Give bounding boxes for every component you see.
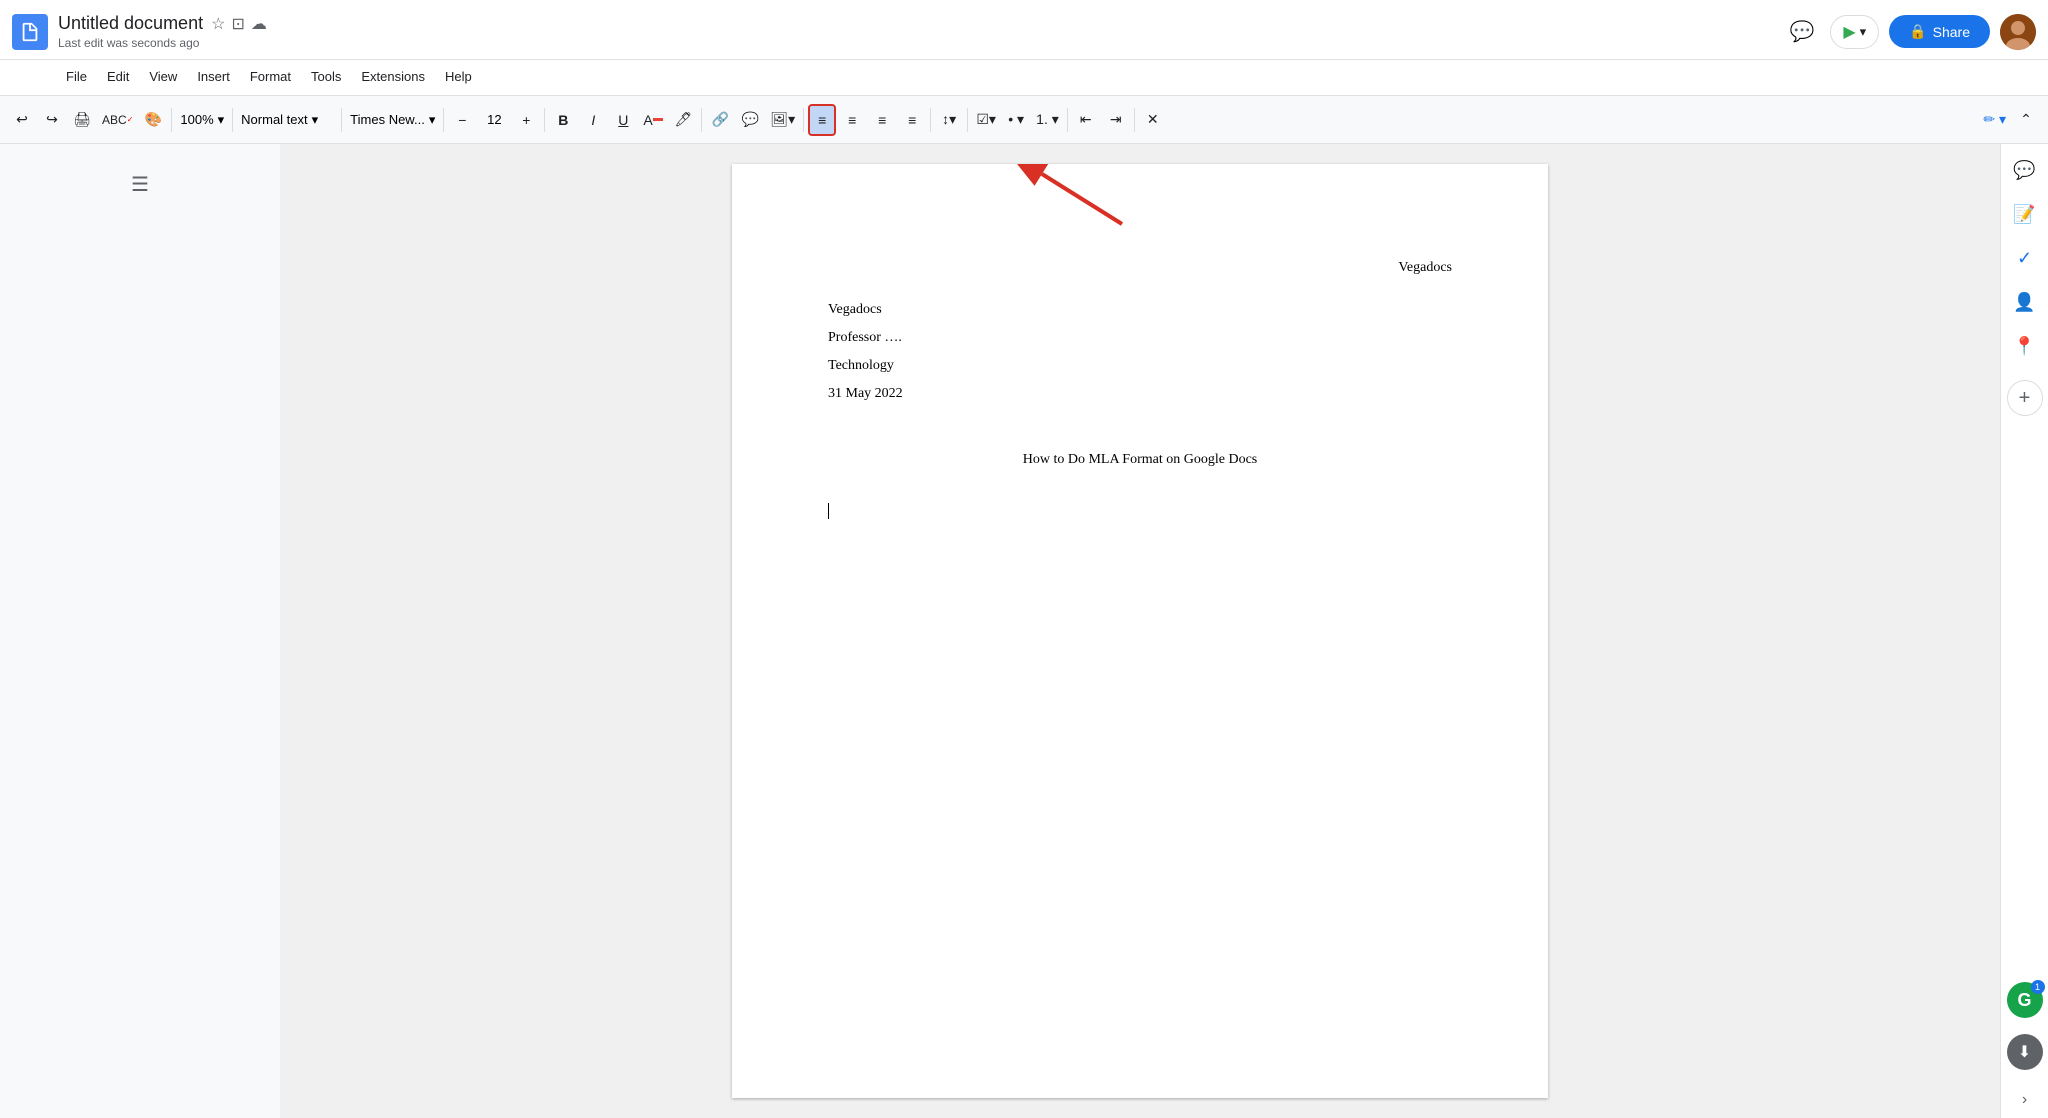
undo-button[interactable]: ↩ <box>8 104 36 136</box>
text-cursor <box>828 503 829 519</box>
spell-check-button[interactable]: ABC✓ <box>98 104 137 136</box>
font-selector[interactable]: Times New... ▾ <box>346 105 439 135</box>
chevron-down-icon: ▾ <box>429 112 436 128</box>
user-avatar[interactable] <box>2000 14 2036 50</box>
doc-title-line: How to Do MLA Format on Google Docs <box>828 446 1452 474</box>
doc-line-1: Vegadocs <box>828 296 1452 324</box>
separator-11 <box>1134 108 1135 132</box>
paint-format-button[interactable]: 🎨 <box>139 104 167 136</box>
paragraph-style-selector[interactable]: Normal text ▾ <box>237 105 337 135</box>
bold-button[interactable]: B <box>549 104 577 136</box>
chevron-down-icon: ▾ <box>218 112 225 128</box>
meet-icon: ▶ <box>1843 22 1855 42</box>
contacts-icon[interactable]: 👤 <box>2007 284 2043 320</box>
align-justify-button[interactable]: ≡ <box>898 104 926 136</box>
document-area: ☰ Vegadocs Vegadocs Pro <box>0 144 2048 1118</box>
font-size-input[interactable] <box>478 112 510 127</box>
menu-tools[interactable]: Tools <box>301 65 351 88</box>
insert-comment-button[interactable]: 💬 <box>736 104 764 136</box>
outline-icon[interactable]: ☰ <box>123 164 157 205</box>
maps-icon[interactable]: 📍 <box>2007 328 2043 364</box>
insert-link-button[interactable]: 🔗 <box>706 104 734 136</box>
separator-6 <box>701 108 702 132</box>
menu-bar: File Edit View Insert Format Tools Exten… <box>0 60 2048 96</box>
doc-title-row: Untitled document ☆ ⊡ ☁ <box>58 13 1784 34</box>
grammarly-badge: G 1 <box>2007 982 2043 1018</box>
checklist-button[interactable]: ☑▾ <box>972 104 1000 136</box>
clear-formatting-button[interactable]: ✕ <box>1139 104 1167 136</box>
lock-icon: 🔒 <box>1909 23 1926 40</box>
left-panel: ☰ <box>0 144 280 1118</box>
separator-1 <box>171 108 172 132</box>
menu-file[interactable]: File <box>56 65 97 88</box>
align-right-button[interactable]: ≡ <box>868 104 896 136</box>
sticky-notes-icon[interactable]: 📝 <box>2007 196 2043 232</box>
increase-indent-button[interactable]: ⇥ <box>1102 104 1130 136</box>
separator-8 <box>930 108 931 132</box>
bulleted-list-button[interactable]: • ▾ <box>1002 104 1030 136</box>
doc-title-area: Untitled document ☆ ⊡ ☁ Last edit was se… <box>58 13 1784 50</box>
editing-mode-button[interactable]: ✏ ▾ <box>1979 104 2010 136</box>
menu-format[interactable]: Format <box>240 65 301 88</box>
right-panel: 💬 📝 ✓ 👤 📍 + G 1 ⬇ › <box>2000 144 2048 1118</box>
menu-help[interactable]: Help <box>435 65 482 88</box>
top-bar: Untitled document ☆ ⊡ ☁ Last edit was se… <box>0 0 2048 60</box>
comment-button[interactable]: 💬 <box>1784 14 1820 50</box>
align-left-button[interactable]: ≡ <box>808 104 836 136</box>
increase-font-size-button[interactable]: + <box>512 104 540 136</box>
menu-view[interactable]: View <box>139 65 187 88</box>
chat-panel-icon[interactable]: 💬 <box>2007 152 2043 188</box>
grammarly-count: 1 <box>2031 980 2045 994</box>
separator-2 <box>232 108 233 132</box>
numbered-list-button[interactable]: 1. ▾ <box>1032 104 1063 136</box>
separator-3 <box>341 108 342 132</box>
menu-extensions[interactable]: Extensions <box>351 65 435 88</box>
document-page: Vegadocs Vegadocs Professor …. Technolog… <box>732 164 1548 1098</box>
share-button[interactable]: 🔒 Share <box>1889 15 1990 48</box>
meet-button[interactable]: ▶ ▾ <box>1830 15 1879 49</box>
font-size-area: − + <box>448 104 540 136</box>
menu-insert[interactable]: Insert <box>187 65 240 88</box>
expand-panel-icon[interactable]: › <box>2007 1082 2043 1118</box>
header-name: Vegadocs <box>828 260 1452 276</box>
doc-cursor-line[interactable] <box>828 502 1452 530</box>
folder-icon[interactable]: ⊡ <box>231 14 244 34</box>
doc-line-4: 31 May 2022 <box>828 380 1452 408</box>
text-color-button[interactable]: A <box>639 104 667 136</box>
top-right-actions: 💬 ▶ ▾ 🔒 Share <box>1784 14 2036 50</box>
separator-5 <box>544 108 545 132</box>
separator-10 <box>1067 108 1068 132</box>
collapse-toolbar-button[interactable]: ⌃ <box>2012 104 2040 136</box>
document-scroll[interactable]: Vegadocs Vegadocs Professor …. Technolog… <box>280 144 2000 1118</box>
title-icons: ☆ ⊡ ☁ <box>211 14 267 34</box>
add-apps-button[interactable]: + <box>2007 380 2043 416</box>
last-edit-status: Last edit was seconds ago <box>58 36 1784 50</box>
redo-button[interactable]: ↪ <box>38 104 66 136</box>
print-button[interactable]: 🖨 <box>68 104 96 136</box>
italic-button[interactable]: I <box>579 104 607 136</box>
align-center-button[interactable]: ≡ <box>838 104 866 136</box>
highlight-color-button[interactable]: 🖊 <box>669 104 697 136</box>
separator-9 <box>967 108 968 132</box>
import-icon[interactable]: ⬇ <box>2007 1034 2043 1070</box>
line-spacing-button[interactable]: ↕▾ <box>935 104 963 136</box>
doc-line-2: Professor …. <box>828 324 1452 352</box>
decrease-indent-button[interactable]: ⇤ <box>1072 104 1100 136</box>
toolbar: ↩ ↪ 🖨 ABC✓ 🎨 100% ▾ Normal text ▾ Times … <box>0 96 2048 144</box>
app-icon[interactable] <box>12 14 48 50</box>
doc-line-3: Technology <box>828 352 1452 380</box>
insert-image-button[interactable]: 🖼▾ <box>766 104 799 136</box>
separator-7 <box>803 108 804 132</box>
tasks-icon[interactable]: ✓ <box>2007 240 2043 276</box>
zoom-selector[interactable]: 100% ▾ <box>176 105 228 135</box>
cloud-icon[interactable]: ☁ <box>251 14 267 34</box>
doc-title[interactable]: Untitled document <box>58 13 203 34</box>
decrease-font-size-button[interactable]: − <box>448 104 476 136</box>
star-icon[interactable]: ☆ <box>211 14 225 34</box>
document-body[interactable]: Vegadocs Professor …. Technology 31 May … <box>828 296 1452 530</box>
chevron-down-icon: ▾ <box>312 112 319 128</box>
separator-4 <box>443 108 444 132</box>
menu-edit[interactable]: Edit <box>97 65 139 88</box>
underline-button[interactable]: U <box>609 104 637 136</box>
